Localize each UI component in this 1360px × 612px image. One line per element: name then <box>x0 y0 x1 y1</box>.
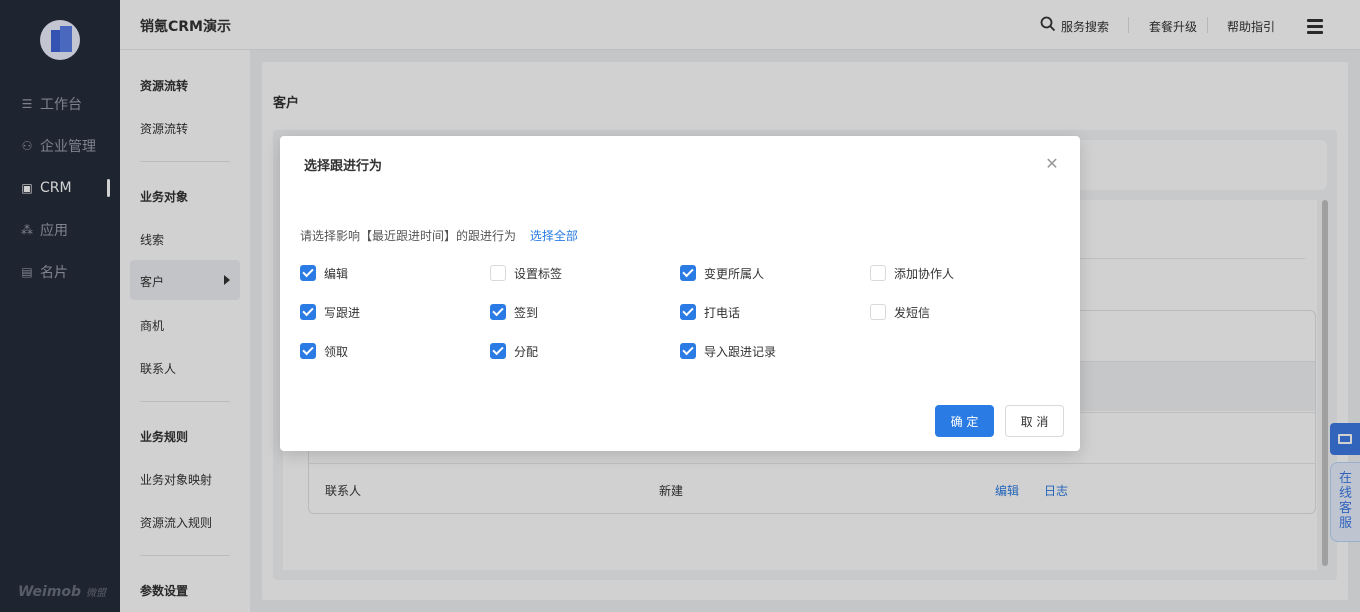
checkbox-option[interactable]: 编辑 <box>300 265 348 281</box>
checkbox-checked[interactable] <box>300 265 316 281</box>
checkbox-option[interactable]: 添加协作人 <box>870 265 954 281</box>
checkbox-unchecked[interactable] <box>490 265 506 281</box>
checkbox-checked[interactable] <box>490 304 506 320</box>
checkbox-option[interactable]: 发短信 <box>870 304 930 320</box>
confirm-button[interactable]: 确 定 <box>935 405 994 437</box>
checkbox-unchecked[interactable] <box>870 304 886 320</box>
checkbox-label: 签到 <box>514 305 539 320</box>
checkbox-label: 分配 <box>514 344 539 359</box>
checkbox-option[interactable]: 分配 <box>490 343 538 359</box>
checkbox-checked[interactable] <box>300 343 316 359</box>
checkbox-label: 发短信 <box>894 305 931 320</box>
checkbox-checked[interactable] <box>300 304 316 320</box>
checkbox-label: 编辑 <box>324 266 349 281</box>
checkbox-option[interactable]: 变更所属人 <box>680 265 764 281</box>
checkbox-label: 打电话 <box>704 305 741 320</box>
checkbox-label: 添加协作人 <box>894 266 955 281</box>
hint-text: 请选择影响【最近跟进时间】的跟进行为 <box>300 229 517 243</box>
checkbox-checked[interactable] <box>680 343 696 359</box>
checkbox-label: 变更所属人 <box>704 266 765 281</box>
checkbox-checked[interactable] <box>680 304 696 320</box>
checkbox-checked[interactable] <box>680 265 696 281</box>
checkbox-label: 写跟进 <box>324 305 361 320</box>
checkbox-option[interactable]: 写跟进 <box>300 304 360 320</box>
checkbox-option[interactable]: 导入跟进记录 <box>680 343 776 359</box>
checkbox-unchecked[interactable] <box>870 265 886 281</box>
checkbox-checked[interactable] <box>490 343 506 359</box>
checkbox-label: 设置标签 <box>514 266 563 281</box>
checkbox-label: 领取 <box>324 344 349 359</box>
cancel-button[interactable]: 取 消 <box>1005 405 1064 437</box>
follow-up-dialog: 选择跟进行为 ✕ 请选择影响【最近跟进时间】的跟进行为 选择全部 编辑 设置标签 变… <box>280 136 1080 451</box>
dialog-title: 选择跟进行为 <box>304 159 383 174</box>
checkbox-option[interactable]: 打电话 <box>680 304 740 320</box>
checkbox-option[interactable]: 领取 <box>300 343 348 359</box>
checkbox-label: 导入跟进记录 <box>704 344 777 359</box>
dialog-hint: 请选择影响【最近跟进时间】的跟进行为 选择全部 <box>300 227 578 244</box>
checkbox-option[interactable]: 设置标签 <box>490 265 562 281</box>
close-icon[interactable]: ✕ <box>1042 154 1062 174</box>
select-all-link[interactable]: 选择全部 <box>530 229 578 243</box>
checkbox-option[interactable]: 签到 <box>490 304 538 320</box>
